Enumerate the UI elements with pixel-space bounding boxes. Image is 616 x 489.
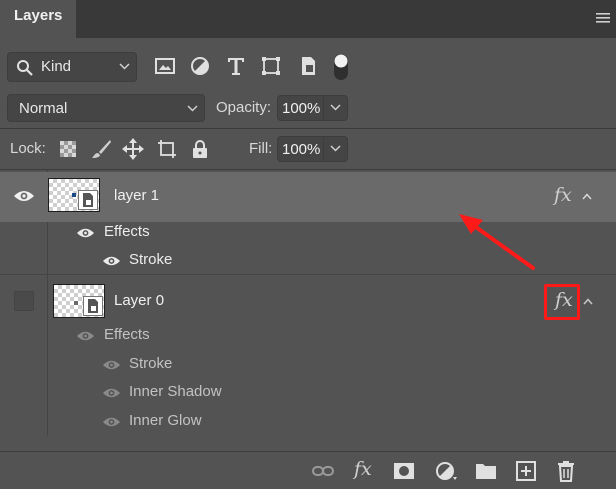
divider	[0, 128, 616, 129]
lock-image-pixels-brush-icon[interactable]	[90, 138, 112, 160]
chevron-down-icon	[330, 104, 341, 111]
chevron-down-icon	[119, 63, 130, 70]
divider	[0, 274, 616, 275]
panel-menu-icon[interactable]	[596, 12, 610, 24]
effects-label: Effects	[104, 223, 150, 240]
layer-effects-icon[interactable]: fx	[555, 289, 573, 311]
effect-item-inner-shadow[interactable]: Inner Shadow	[48, 378, 616, 406]
effects-label: Effects	[104, 326, 150, 343]
eye-icon[interactable]	[76, 227, 95, 239]
lock-artboard-icon[interactable]	[156, 138, 178, 160]
visibility-toggle[interactable]	[14, 291, 34, 311]
smart-object-badge-icon	[78, 190, 98, 210]
eye-icon[interactable]	[102, 416, 121, 428]
effect-label: Inner Glow	[129, 412, 202, 429]
layer-row-layer-0[interactable]: Layer 0 fx	[0, 276, 616, 326]
tab-layers[interactable]: Layers	[0, 0, 76, 38]
annotation-arrow-icon	[459, 214, 535, 270]
delete-layer-trash-icon[interactable]	[554, 460, 578, 482]
layer-effects-icon[interactable]: fx	[554, 184, 572, 206]
lock-label: Lock:	[10, 140, 46, 157]
chevron-up-icon[interactable]	[582, 193, 592, 200]
fill-field[interactable]: 100%	[277, 136, 348, 162]
add-layer-style-fx-icon[interactable]: fx	[354, 458, 372, 480]
link-layers-icon[interactable]	[311, 460, 335, 482]
smart-object-filter-icon[interactable]	[296, 54, 320, 78]
eye-icon[interactable]	[102, 359, 121, 371]
layer-name[interactable]: Layer 0	[114, 292, 164, 309]
opacity-label: Opacity:	[216, 99, 272, 116]
shape-layer-filter-icon[interactable]	[259, 54, 283, 78]
effect-label: Stroke	[129, 251, 173, 268]
filter-kind-dropdown[interactable]: Kind	[7, 52, 137, 82]
layer-name[interactable]: layer 1	[114, 187, 159, 204]
filter-toggle-switch[interactable]	[333, 53, 349, 81]
lock-transparent-pixels-icon[interactable]	[57, 138, 79, 160]
eye-icon[interactable]	[13, 189, 35, 203]
chevron-down-icon	[187, 105, 198, 112]
adjustment-layer-filter-icon[interactable]	[188, 54, 212, 78]
fill-label: Fill:	[249, 140, 273, 157]
new-layer-icon[interactable]	[514, 460, 538, 482]
pixel-layer-filter-icon[interactable]	[153, 54, 177, 78]
layer-thumbnail[interactable]	[53, 284, 105, 318]
effects-row[interactable]: Effects	[48, 321, 616, 349]
fill-value[interactable]: 100%	[282, 141, 320, 158]
type-layer-filter-icon[interactable]	[224, 54, 248, 78]
opacity-dropdown-button[interactable]	[323, 96, 347, 120]
effect-label: Inner Shadow	[129, 383, 222, 400]
effect-label: Stroke	[129, 355, 173, 372]
blend-mode-value: Normal	[19, 100, 68, 117]
effect-item-inner-glow[interactable]: Inner Glow	[48, 407, 616, 435]
filter-kind-label: Kind	[41, 58, 72, 75]
search-icon	[17, 60, 33, 76]
chevron-up-icon[interactable]	[583, 298, 593, 305]
layer-thumbnail[interactable]	[48, 178, 100, 212]
blend-mode-dropdown[interactable]: Normal	[7, 94, 205, 122]
eye-icon[interactable]	[76, 330, 95, 342]
add-layer-mask-icon[interactable]	[392, 460, 416, 482]
effect-item-stroke[interactable]: Stroke	[48, 350, 616, 378]
panel-tab-bar: Layers	[0, 0, 616, 38]
new-adjustment-layer-icon[interactable]	[434, 460, 458, 482]
layers-bottom-toolbar: fx	[0, 451, 616, 489]
eye-icon[interactable]	[102, 387, 121, 399]
new-group-folder-icon[interactable]	[474, 460, 498, 482]
fill-dropdown-button[interactable]	[323, 137, 347, 161]
opacity-field[interactable]: 100%	[277, 95, 348, 121]
opacity-value[interactable]: 100%	[282, 100, 320, 117]
chevron-down-icon	[330, 145, 341, 152]
eye-icon[interactable]	[102, 255, 121, 267]
lock-position-move-icon[interactable]	[122, 138, 144, 160]
lock-all-icon[interactable]	[189, 138, 211, 160]
smart-object-badge-icon	[83, 296, 103, 316]
